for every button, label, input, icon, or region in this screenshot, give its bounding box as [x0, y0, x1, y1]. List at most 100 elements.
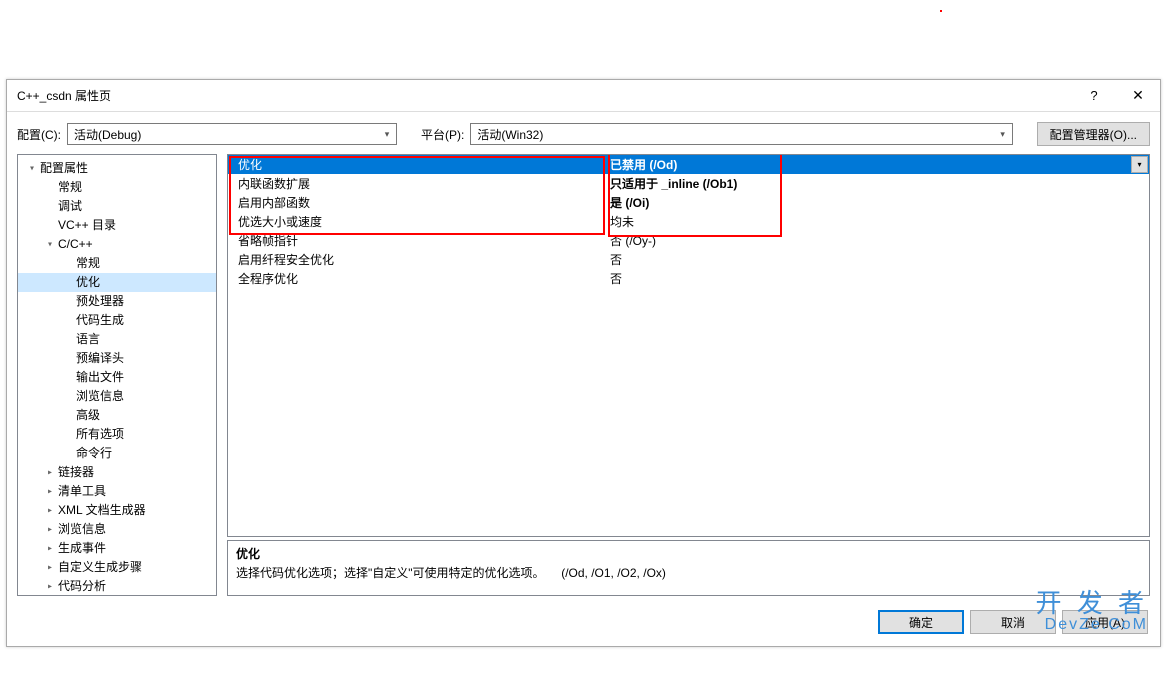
titlebar: C++_csdn 属性页 ? ✕ [7, 80, 1160, 112]
tree-item-label: 代码生成 [74, 311, 126, 330]
config-bar: 配置(C): 活动(Debug) ▾ 平台(P): 活动(Win32) ▾ 配置… [7, 112, 1160, 154]
tree-item[interactable]: ▸自定义生成步骤 [18, 558, 216, 577]
tree-pane[interactable]: ▾配置属性常规调试VC++ 目录▾C/C++常规优化预处理器代码生成语言预编译头… [17, 154, 217, 596]
tree-item[interactable]: 预处理器 [18, 292, 216, 311]
chevron-right-icon[interactable]: ▸ [44, 558, 56, 577]
apply-button[interactable]: 应用(A) [1062, 610, 1148, 634]
tree-item[interactable]: 常规 [18, 254, 216, 273]
chevron-right-icon[interactable]: ▸ [44, 539, 56, 558]
grid-label: 优选大小或速度 [228, 213, 606, 230]
tree-item-label: 优化 [74, 273, 102, 292]
tree-item[interactable]: 代码生成 [18, 311, 216, 330]
tree-item[interactable]: 输出文件 [18, 368, 216, 387]
grid-row[interactable]: 全程序优化否 [228, 269, 1149, 288]
grid-row[interactable]: 优化已禁用 (/Od) [228, 155, 1149, 174]
tree-item-label: 所有选项 [74, 425, 126, 444]
tree-item[interactable]: 所有选项 [18, 425, 216, 444]
grid-value: 是 (/Oi) [606, 194, 1149, 211]
dialog-footer: 确定 取消 应用(A) [7, 602, 1160, 646]
chevron-down-icon: ▾ [994, 124, 1012, 144]
tree-item[interactable]: ▸生成事件 [18, 539, 216, 558]
tree-item[interactable]: ▸链接器 [18, 463, 216, 482]
chevron-right-icon[interactable]: ▸ [44, 482, 56, 501]
property-grid[interactable]: 优化已禁用 (/Od)内联函数扩展只适用于 _inline (/Ob1)启用内部… [227, 154, 1150, 537]
tree-item-label: 浏览信息 [74, 387, 126, 406]
tree-item-label: C/C++ [56, 235, 95, 254]
tree-item-label: 语言 [74, 330, 102, 349]
tree-item-label: 浏览信息 [56, 520, 108, 539]
tree-item-label: XML 文档生成器 [56, 501, 148, 520]
grid-row[interactable]: 启用纤程安全优化否 [228, 250, 1149, 269]
grid-label: 启用内部函数 [228, 194, 606, 211]
platform-value: 活动(Win32) [477, 126, 543, 143]
chevron-down-icon[interactable]: ▾ [44, 235, 56, 254]
config-manager-button[interactable]: 配置管理器(O)... [1037, 122, 1150, 146]
ok-button[interactable]: 确定 [878, 610, 964, 634]
tree-item[interactable]: VC++ 目录 [18, 216, 216, 235]
tree-item[interactable]: ▸代码分析 [18, 577, 216, 596]
tree-item-label: 链接器 [56, 463, 96, 482]
platform-label: 平台(P): [421, 126, 464, 143]
tree-item-label: 自定义生成步骤 [56, 558, 144, 577]
grid-row[interactable]: 省略帧指针否 (/Oy-) [228, 231, 1149, 250]
config-label: 配置(C): [17, 126, 61, 143]
close-button[interactable]: ✕ [1116, 80, 1160, 112]
grid-label: 优化 [228, 156, 606, 173]
tree-item-label: 常规 [74, 254, 102, 273]
config-value: 活动(Debug) [74, 126, 141, 143]
tree-item-label: VC++ 目录 [56, 216, 118, 235]
grid-value: 否 [606, 251, 1149, 268]
grid-value: 已禁用 (/Od) [606, 156, 1149, 173]
tree-item-label: 命令行 [74, 444, 114, 463]
grid-label: 启用纤程安全优化 [228, 251, 606, 268]
grid-value: 否 (/Oy-) [606, 232, 1149, 249]
tree-item-label: 输出文件 [74, 368, 126, 387]
platform-dropdown[interactable]: 活动(Win32) ▾ [470, 123, 1012, 145]
tree-item[interactable]: 命令行 [18, 444, 216, 463]
chevron-right-icon[interactable]: ▸ [44, 463, 56, 482]
desc-title: 优化 [236, 545, 1141, 562]
grid-value: 只适用于 _inline (/Ob1) [606, 175, 1149, 192]
grid-value: 否 [606, 270, 1149, 287]
grid-row[interactable]: 启用内部函数是 (/Oi) [228, 193, 1149, 212]
chevron-down-icon: ▾ [378, 124, 396, 144]
chevron-right-icon[interactable]: ▸ [44, 577, 56, 596]
grid-row[interactable]: 内联函数扩展只适用于 _inline (/Ob1) [228, 174, 1149, 193]
grid-row[interactable]: 优选大小或速度均未 [228, 212, 1149, 231]
tree-item[interactable]: 常规 [18, 178, 216, 197]
tree-item[interactable]: ▸清单工具 [18, 482, 216, 501]
grid-value: 均未 [606, 213, 1149, 230]
tree-item[interactable]: ▸XML 文档生成器 [18, 501, 216, 520]
description-pane: 优化 选择代码优化选项；选择"自定义"可使用特定的优化选项。 (/Od, /O1… [227, 540, 1150, 596]
tree-item[interactable]: ▾配置属性 [18, 159, 216, 178]
tree-item[interactable]: 优化 [18, 273, 216, 292]
config-dropdown[interactable]: 活动(Debug) ▾ [67, 123, 397, 145]
tree-item[interactable]: 预编译头 [18, 349, 216, 368]
chevron-right-icon[interactable]: ▸ [44, 501, 56, 520]
tree-item-label: 预处理器 [74, 292, 126, 311]
window-title: C++_csdn 属性页 [17, 87, 1072, 104]
desc-text: 选择代码优化选项；选择"自定义"可使用特定的优化选项。 (/Od, /O1, /… [236, 564, 1141, 581]
tree-item[interactable]: 调试 [18, 197, 216, 216]
tree-item[interactable]: 语言 [18, 330, 216, 349]
tree-item[interactable]: ▾C/C++ [18, 235, 216, 254]
tree-item[interactable]: ▸浏览信息 [18, 520, 216, 539]
property-pages-dialog: C++_csdn 属性页 ? ✕ 配置(C): 活动(Debug) ▾ 平台(P… [6, 79, 1161, 647]
grid-dropdown-button[interactable]: ▾ [1131, 156, 1148, 173]
tree-item[interactable]: 浏览信息 [18, 387, 216, 406]
tree-item-label: 配置属性 [38, 159, 90, 178]
chevron-right-icon[interactable]: ▸ [44, 520, 56, 539]
grid-label: 全程序优化 [228, 270, 606, 287]
tree-item-label: 常规 [56, 178, 84, 197]
help-button[interactable]: ? [1072, 80, 1116, 112]
chevron-down-icon[interactable]: ▾ [26, 159, 38, 178]
tree-item-label: 清单工具 [56, 482, 108, 501]
grid-label: 内联函数扩展 [228, 175, 606, 192]
tree-item-label: 生成事件 [56, 539, 108, 558]
tree-item-label: 代码分析 [56, 577, 108, 596]
tree-item-label: 调试 [56, 197, 84, 216]
tree-item-label: 高级 [74, 406, 102, 425]
cancel-button[interactable]: 取消 [970, 610, 1056, 634]
tree-item-label: 预编译头 [74, 349, 126, 368]
tree-item[interactable]: 高级 [18, 406, 216, 425]
